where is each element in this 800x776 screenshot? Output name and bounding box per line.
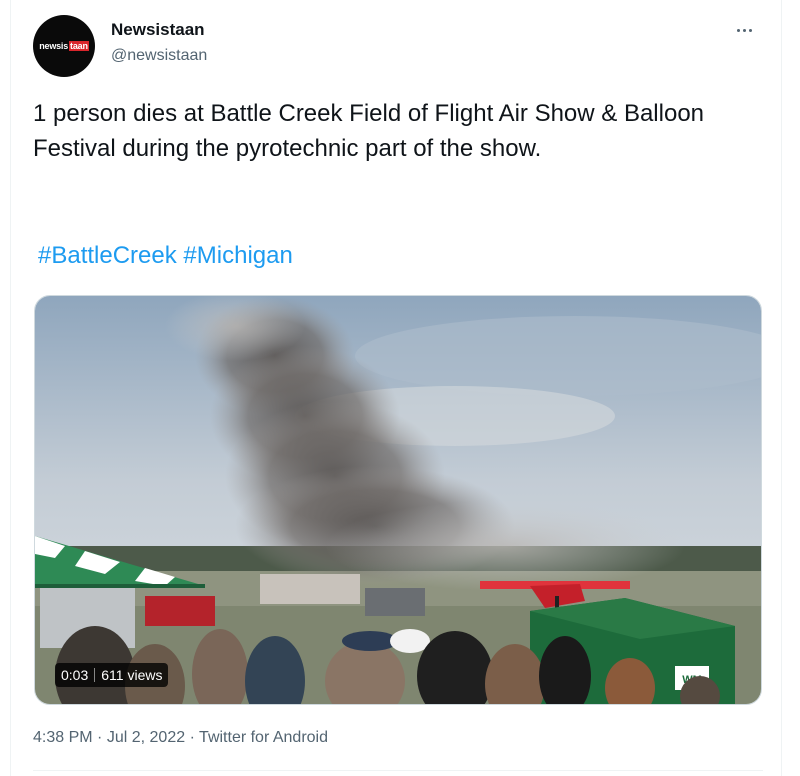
more-dot: [742, 28, 746, 32]
tweet-meta: 4:38 PM · Jul 2, 2022 · Twitter for Andr…: [33, 729, 328, 747]
suv: [365, 588, 425, 616]
fire-truck: [260, 574, 360, 604]
more-options-icon[interactable]: [729, 18, 759, 42]
more-dot: [748, 28, 752, 32]
tweet-text: 1 person dies at Battle Creek Field of F…: [33, 100, 705, 162]
tweet-date[interactable]: Jul 2, 2022: [107, 729, 185, 746]
hashtag-michigan[interactable]: #Michigan: [183, 242, 292, 269]
red-truck: [145, 596, 215, 626]
logo-text-part1: newsis: [39, 41, 69, 51]
tweet-time[interactable]: 4:38 PM: [33, 729, 93, 746]
meta-separator: ·: [97, 729, 103, 746]
divider: [33, 770, 763, 771]
hashtag-battlecreek[interactable]: #BattleCreek: [38, 242, 177, 269]
newsistaan-logo: newsis taan: [39, 41, 89, 51]
tweet-card: newsis taan Newsistaan @newsistaan 1 pers…: [10, 0, 782, 776]
meta-separator: ·: [189, 729, 195, 746]
more-dot: [736, 28, 740, 32]
video-views: 611 views: [101, 667, 163, 683]
display-name[interactable]: Newsistaan: [111, 20, 205, 40]
video-duration: 0:03: [61, 667, 89, 683]
avatar[interactable]: newsis taan: [33, 15, 95, 77]
video-badge: 0:03 611 views: [55, 663, 169, 687]
logo-text-part2: taan: [69, 41, 89, 51]
badge-separator: [94, 668, 96, 682]
video-player[interactable]: WM: [34, 295, 762, 705]
hashtag-list: #BattleCreek #Michigan: [38, 242, 293, 270]
user-handle[interactable]: @newsistaan: [111, 47, 207, 65]
video-frame: WM: [35, 296, 761, 704]
tweet-source[interactable]: Twitter for Android: [199, 729, 328, 746]
